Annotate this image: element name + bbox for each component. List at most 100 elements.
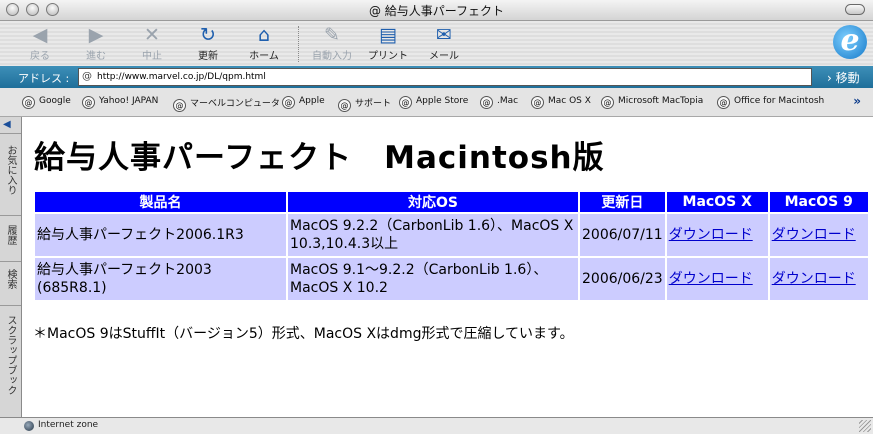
refresh-icon: ↻ <box>200 24 216 46</box>
page-content: 給与人事パーフェクト Macintosh版 製品名 対応OS 更新日 MacOS… <box>22 117 873 417</box>
at-icon: @ <box>173 99 186 112</box>
mail-label: メール <box>429 51 459 62</box>
home-label: ホーム <box>249 51 279 62</box>
download-macosx-link[interactable]: ダウンロード <box>669 227 753 243</box>
at-icon: @ <box>717 96 730 109</box>
table-header-row: 製品名 対応OS 更新日 MacOS X MacOS 9 <box>35 192 868 212</box>
window-title-bar: @ 給与人事パーフェクト <box>0 0 873 21</box>
at-icon: @ <box>399 96 412 109</box>
go-button[interactable]: › 移動 <box>827 69 860 86</box>
tab-scrapbook[interactable]: スクラップブック <box>2 315 18 395</box>
tab-history[interactable]: 履歴 <box>2 225 18 245</box>
column-header: 製品名 <box>35 192 286 212</box>
favorite-item[interactable]: @ Office for Macintosh <box>717 96 824 109</box>
back-button[interactable]: ◀ 戻る <box>16 24 64 64</box>
autofill-label: 自動入力 <box>312 51 352 62</box>
download-cell: ダウンロード <box>666 214 768 256</box>
printer-icon: ▤ <box>379 24 397 46</box>
download-cell: ダウンロード <box>769 258 868 300</box>
print-button[interactable]: ▤ プリント <box>364 24 412 64</box>
product-name-cell: 給与人事パーフェクト2003 (685R8.1) <box>35 258 286 300</box>
os-cell: MacOS 9.1～9.2.2（CarbonLib 1.6）、MacOS X 1… <box>288 258 578 300</box>
forward-button[interactable]: ▶ 進む <box>72 24 120 64</box>
explorer-sidebar: ◀ お気に入り 履歴 検索 スクラップブック <box>0 117 22 417</box>
download-macos9-link[interactable]: ダウンロード <box>772 227 856 243</box>
autofill-icon: ✎ <box>324 24 340 46</box>
product-table: 製品名 対応OS 更新日 MacOS X MacOS 9 給与人事パーフェクト2… <box>33 190 870 302</box>
date-cell: 2006/07/11 <box>580 214 665 256</box>
favorite-label: Mac OS X <box>548 96 591 106</box>
favorite-label: サポート <box>355 99 392 109</box>
favorite-item[interactable]: @ Apple <box>282 96 325 109</box>
download-cell: ダウンロード <box>666 258 768 300</box>
favorite-label: Office for Macintosh <box>734 96 825 106</box>
favorite-item[interactable]: @ サポート <box>338 96 391 112</box>
toolbar-separator <box>298 26 299 62</box>
internet-zone-globe-icon <box>24 421 34 431</box>
sidebar-divider <box>0 215 21 216</box>
tab-search[interactable]: 検索 <box>2 269 18 289</box>
favorite-item[interactable]: @ .Mac <box>480 96 518 109</box>
address-input[interactable]: @ http://www.marvel.co.jp/DL/qpm.html <box>78 68 812 86</box>
at-icon: @ <box>338 99 351 112</box>
sidebar-divider <box>0 261 21 262</box>
back-arrow-icon: ◀ <box>32 24 48 46</box>
browser-toolbar: ◀ 戻る ▶ 進む ✕ 中止 ↻ 更新 ⌂ ホーム ✎ 自動入力 ▤ プリント … <box>0 21 873 66</box>
favorite-label: Apple Store <box>416 96 469 106</box>
stop-label: 中止 <box>142 51 162 62</box>
compression-note: ＊MacOS 9はStuffIt（バージョン5）形式、MacOS Xはdmg形式… <box>33 326 574 342</box>
sidebar-divider <box>0 133 21 134</box>
download-macosx-link[interactable]: ダウンロード <box>669 271 753 287</box>
forward-arrow-icon: ▶ <box>88 24 104 46</box>
page-title: 給与人事パーフェクト Macintosh版 <box>34 140 605 176</box>
favorites-bar: @ Google @ Yahoo! JAPAN @ マーベルコンピュータ @ Apple… <box>0 88 873 117</box>
column-header: 対応OS <box>288 192 578 212</box>
at-icon: @ <box>601 96 614 109</box>
resize-grip-icon[interactable] <box>859 420 871 432</box>
favorites-overflow-button[interactable]: » <box>853 94 861 108</box>
status-text: Internet zone <box>38 420 99 430</box>
favorite-item[interactable]: @ Microsoft MacTopia <box>601 96 703 109</box>
product-name-cell: 給与人事パーフェクト2006.1R3 <box>35 214 286 256</box>
refresh-label: 更新 <box>198 51 218 62</box>
date-cell: 2006/06/23 <box>580 258 665 300</box>
toolbar-toggle-button[interactable] <box>845 4 865 15</box>
favorite-label: マーベルコンピュータ <box>190 99 280 109</box>
mail-button[interactable]: ✉ メール <box>420 24 468 64</box>
autofill-button[interactable]: ✎ 自動入力 <box>308 24 356 64</box>
sidebar-toggle-icon[interactable]: ◀ <box>3 119 11 130</box>
page-at-icon: @ <box>82 71 92 82</box>
favorite-item[interactable]: @ Google <box>22 96 71 109</box>
address-url: http://www.marvel.co.jp/DL/qpm.html <box>97 72 266 82</box>
window-title: @ 給与人事パーフェクト <box>368 4 505 18</box>
home-icon: ⌂ <box>257 24 271 46</box>
stop-icon: ✕ <box>144 24 160 46</box>
address-bar: アドレス : @ http://www.marvel.co.jp/DL/qpm.… <box>0 66 873 88</box>
mail-icon: ✉ <box>436 24 452 46</box>
favorite-label: Microsoft MacTopia <box>618 96 704 106</box>
back-label: 戻る <box>30 51 50 62</box>
column-header: MacOS X <box>666 192 768 212</box>
address-label: アドレス : <box>18 72 70 85</box>
at-icon: @ <box>480 96 493 109</box>
refresh-button[interactable]: ↻ 更新 <box>184 24 232 64</box>
column-header: 更新日 <box>580 192 665 212</box>
at-icon: @ <box>82 96 95 109</box>
stop-button[interactable]: ✕ 中止 <box>128 24 176 64</box>
at-icon: @ <box>22 96 35 109</box>
forward-label: 進む <box>86 51 106 62</box>
table-row: 給与人事パーフェクト2003 (685R8.1) MacOS 9.1～9.2.2… <box>35 258 868 300</box>
favorite-item[interactable]: @ マーベルコンピュータ <box>173 96 280 112</box>
tab-favorites[interactable]: お気に入り <box>2 145 18 195</box>
sidebar-divider <box>0 305 21 306</box>
favorite-label: Yahoo! JAPAN <box>99 96 159 106</box>
favorite-label: Apple <box>299 96 325 106</box>
internet-explorer-logo-icon: e <box>833 25 867 59</box>
favorite-label: Google <box>39 96 71 106</box>
home-button[interactable]: ⌂ ホーム <box>240 24 288 64</box>
favorite-item[interactable]: @ Apple Store <box>399 96 468 109</box>
download-macos9-link[interactable]: ダウンロード <box>772 271 856 287</box>
favorite-item[interactable]: @ Mac OS X <box>531 96 591 109</box>
favorite-item[interactable]: @ Yahoo! JAPAN <box>82 96 158 109</box>
status-bar: Internet zone <box>0 417 873 434</box>
